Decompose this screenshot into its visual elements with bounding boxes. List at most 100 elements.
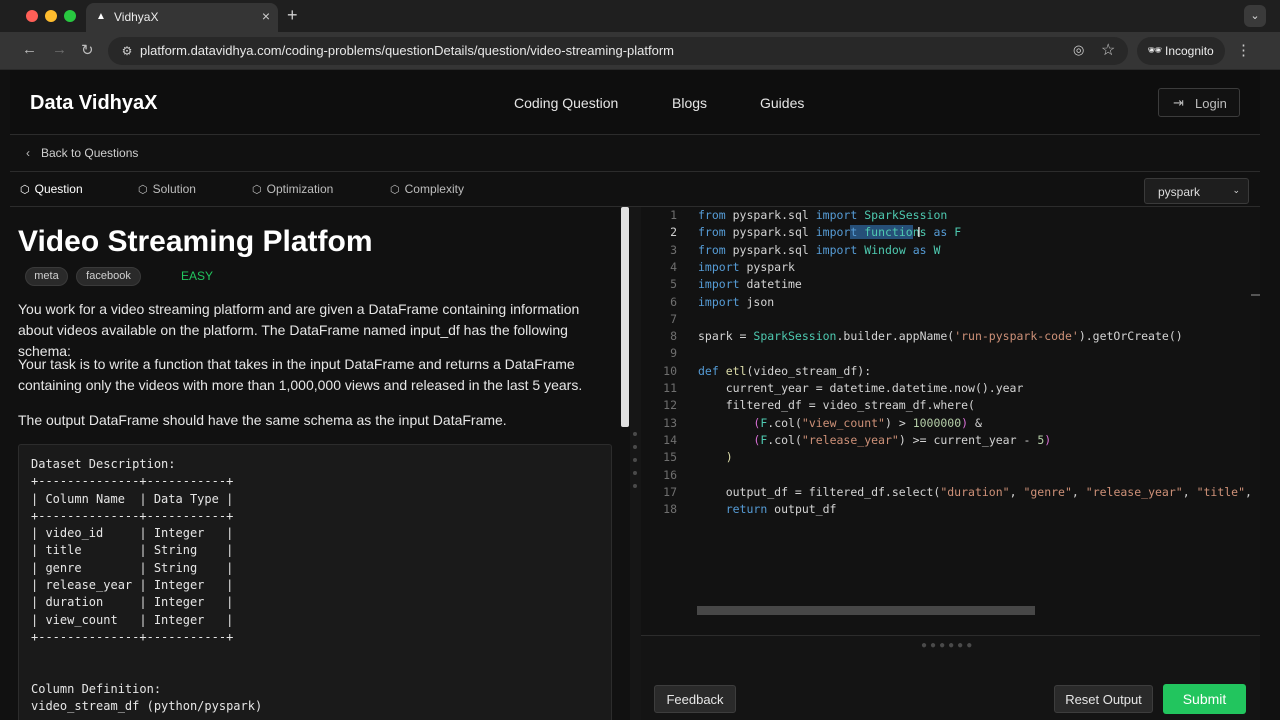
tab-question-label: Question <box>34 182 83 196</box>
cube-icon: ⬡ <box>252 184 262 196</box>
login-label: Login <box>1195 96 1227 111</box>
code-line[interactable]: 12 filtered_df = video_stream_df.where( <box>641 397 1260 414</box>
tab-question[interactable]: ⬡ Question <box>20 182 83 196</box>
incognito-label: Incognito <box>1165 44 1214 58</box>
grip-dot <box>633 445 637 449</box>
line-number: 9 <box>670 346 677 361</box>
line-number: 15 <box>663 450 677 465</box>
close-window-button[interactable] <box>26 10 38 22</box>
reset-output-button[interactable]: Reset Output <box>1054 685 1153 713</box>
line-number: 2 <box>670 225 677 240</box>
code-line[interactable]: 13 (F.col("view_count") > 1000000) & <box>641 415 1260 432</box>
editor-horizontal-scrollbar[interactable] <box>697 606 1035 615</box>
back-to-questions-link[interactable]: Back to Questions <box>41 146 138 160</box>
code-line[interactable]: 6 import json <box>641 294 1260 311</box>
chevron-left-icon[interactable]: ‹ <box>26 146 30 160</box>
grip-dot <box>633 458 637 462</box>
tab-solution-label: Solution <box>152 182 196 196</box>
tab-optimization-label: Optimization <box>266 182 334 196</box>
difficulty-badge: EASY <box>181 269 214 283</box>
code-line[interactable]: 4 import pyspark <box>641 259 1260 276</box>
language-select[interactable]: pyspark ⌄ <box>1144 178 1249 204</box>
new-tab-icon[interactable]: + <box>287 5 298 26</box>
code-line[interactable]: 7 <box>641 311 1260 328</box>
line-number: 5 <box>670 277 677 292</box>
language-value: pyspark <box>1158 185 1201 199</box>
line-number: 11 <box>663 381 677 395</box>
login-button[interactable]: ⇥ Login <box>1158 88 1240 117</box>
nav-blogs[interactable]: Blogs <box>672 95 707 111</box>
brand-logo[interactable]: Data VidhyaX <box>30 92 157 115</box>
resize-grip-icon[interactable]: ●●●●●● <box>921 640 975 651</box>
chevron-down-icon: ⌄ <box>1232 185 1240 195</box>
grip-dot <box>633 484 637 488</box>
back-arrow-icon[interactable]: ← <box>22 41 37 58</box>
question-panel: Video Streaming Platfom meta facebook EA… <box>10 207 628 720</box>
tab-complexity[interactable]: ⬡ Complexity <box>390 182 464 196</box>
tab-complexity-label: Complexity <box>404 182 464 196</box>
maximize-window-button[interactable] <box>64 10 76 22</box>
code-line[interactable]: 8 spark = SparkSession.builder.appName('r… <box>641 328 1260 345</box>
code-line[interactable]: 18 return output_df <box>641 501 1260 518</box>
line-number: 8 <box>670 329 677 344</box>
bookmark-star-icon[interactable]: ☆ <box>1101 40 1115 60</box>
line-number: 17 <box>663 484 677 499</box>
feedback-button[interactable]: Feedback <box>654 685 736 713</box>
incognito-badge[interactable]: 🕶 Incognito <box>1137 37 1225 65</box>
code-line[interactable]: 3 from pyspark.sql import Window as W <box>641 242 1260 259</box>
dataset-text: Dataset Description: +--------------+---… <box>31 457 263 714</box>
cube-icon: ⬡ <box>390 184 400 196</box>
code-line[interactable]: 10 def etl(video_stream_df): <box>641 363 1260 380</box>
code-line[interactable]: 2 from pyspark.sql import functions as F <box>641 224 1260 241</box>
back-row: ‹ Back to Questions <box>10 136 1260 172</box>
eye-off-icon[interactable]: ◎ <box>1073 42 1084 58</box>
code-editor[interactable]: 1 from pyspark.sql import SparkSession 2f… <box>641 207 1260 635</box>
minimize-window-button[interactable] <box>45 10 57 22</box>
site-info-icon[interactable]: ⚙ <box>118 42 136 60</box>
code-line[interactable]: 14 (F.col("release_year") >= current_yea… <box>641 432 1260 449</box>
tab-solution[interactable]: ⬡ Solution <box>138 182 196 196</box>
line-number: 18 <box>663 502 677 517</box>
line-number: 7 <box>670 311 677 326</box>
dataset-description-block: Dataset Description: +--------------+---… <box>18 444 612 720</box>
code-line[interactable]: 5 import datetime <box>641 276 1260 293</box>
line-number: 6 <box>670 294 677 309</box>
panel-resize-handle[interactable] <box>630 207 641 720</box>
code-line[interactable]: 11 current_year = datetime.datetime.now(… <box>641 380 1260 397</box>
address-bar: ← → ↻ ⚙ platform.datavidhya.com/coding-p… <box>0 32 1280 70</box>
editor-scroll-indicator <box>1251 294 1260 296</box>
url-text[interactable]: platform.datavidhya.com/coding-problems/… <box>140 43 674 58</box>
submit-button[interactable]: Submit <box>1163 684 1246 714</box>
code-line[interactable]: 9 <box>641 345 1260 362</box>
code-line[interactable]: 17 output_df = filtered_df.select("durat… <box>641 484 1260 501</box>
question-scrollbar[interactable] <box>621 207 629 427</box>
tab-search-icon[interactable]: ⌄ <box>1244 5 1266 27</box>
line-number: 16 <box>663 467 677 482</box>
question-tabs: ⬡ Question ⬡ Solution ⬡ Optimization ⬡ Compl… <box>10 173 1260 207</box>
tab-optimization[interactable]: ⬡ Optimization <box>252 182 333 196</box>
grip-dot <box>633 432 637 436</box>
incognito-icon: 🕶 <box>1147 43 1163 57</box>
browser-tab[interactable]: ▲ VidhyaX × <box>86 3 278 32</box>
tag-meta: meta <box>25 267 68 286</box>
tag-facebook: facebook <box>76 267 141 286</box>
cube-icon: ⬡ <box>138 184 148 196</box>
question-title: Video Streaming Platfom <box>18 225 373 258</box>
browser-menu-icon[interactable]: ⋮ <box>1236 41 1251 59</box>
code-line[interactable]: 15 ) <box>641 449 1260 466</box>
text-cursor-icon: I <box>917 226 921 241</box>
close-tab-icon[interactable]: × <box>262 8 270 24</box>
forward-arrow-icon[interactable]: → <box>52 41 67 58</box>
line-number: 12 <box>663 398 677 413</box>
login-icon: ⇥ <box>1173 95 1184 110</box>
question-paragraph: The output DataFrame should have the sam… <box>18 412 507 428</box>
nav-guides[interactable]: Guides <box>760 95 804 111</box>
line-number: 4 <box>670 259 677 274</box>
code-line[interactable]: 16 <box>641 467 1260 484</box>
line-number: 14 <box>663 432 677 447</box>
reload-icon[interactable]: ↻ <box>81 41 94 59</box>
url-field[interactable]: ⚙ platform.datavidhya.com/coding-problem… <box>108 37 1128 65</box>
question-paragraph: You work for a video streaming platform … <box>18 301 580 359</box>
nav-coding-question[interactable]: Coding Question <box>514 95 618 111</box>
code-line[interactable]: 1 from pyspark.sql import SparkSession <box>641 207 1260 224</box>
